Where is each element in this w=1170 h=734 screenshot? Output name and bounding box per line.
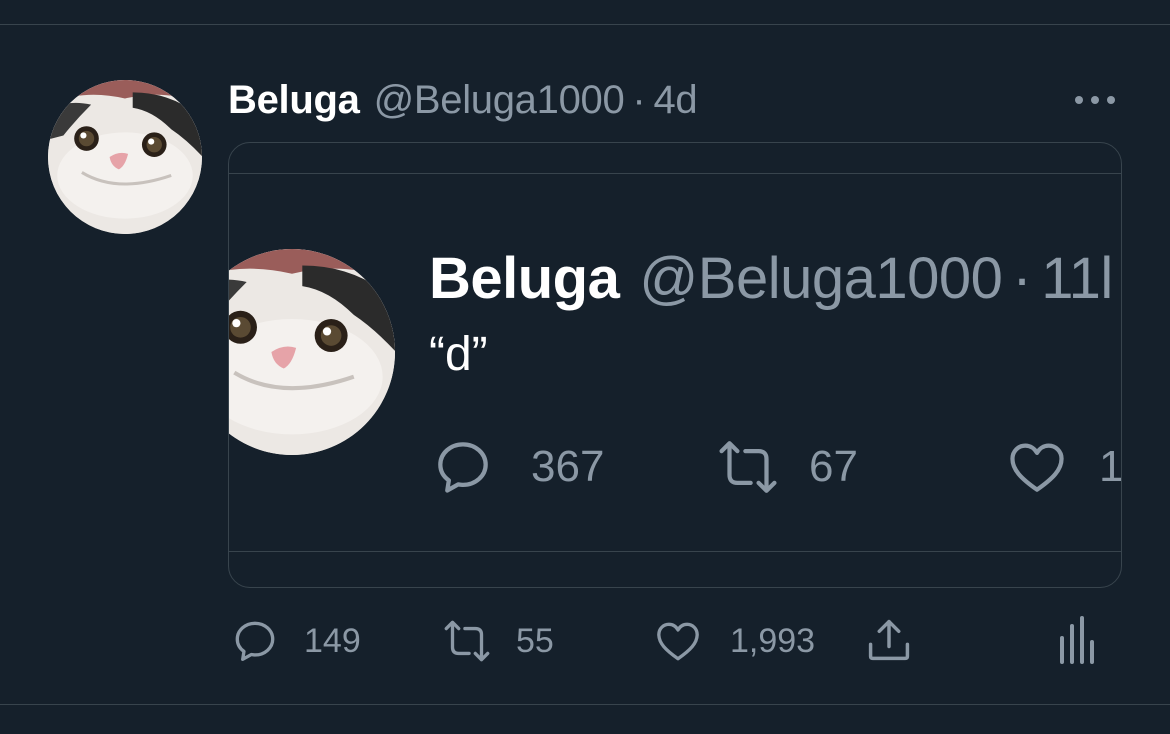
more-options-icon[interactable]: [1072, 90, 1118, 110]
quoted-like-button[interactable]: 1: [1003, 435, 1122, 499]
share-icon: [868, 619, 910, 661]
retweet-icon: [719, 441, 777, 493]
heart-icon: [657, 622, 699, 661]
quoted-tweet-card[interactable]: Beluga @Beluga1000 · 11l “d” 367 67 1: [228, 142, 1122, 588]
cat-avatar-icon: [229, 249, 395, 455]
bottom-divider: [0, 704, 1170, 705]
quoted-tweet-header: Beluga @Beluga1000 · 11l: [429, 243, 1113, 313]
analytics-button[interactable]: [1056, 614, 1096, 666]
analytics-icon: [1060, 616, 1094, 664]
author-avatar[interactable]: [48, 80, 202, 234]
tweet-timestamp[interactable]: 4d: [653, 78, 697, 123]
quote-inner-top-divider: [229, 173, 1121, 174]
share-button[interactable]: [862, 614, 916, 666]
tweet-header: Beluga @Beluga1000 · 4d: [228, 76, 698, 124]
quoted-author-name[interactable]: Beluga: [429, 245, 620, 312]
author-handle[interactable]: @Beluga1000: [374, 78, 625, 123]
quote-inner-bottom-divider: [229, 551, 1121, 552]
retweet-button[interactable]: 55: [438, 616, 554, 666]
retweet-icon: [444, 620, 490, 662]
heart-icon: [1010, 443, 1064, 492]
like-count: 1,993: [730, 621, 816, 660]
header-separator: ·: [632, 77, 646, 122]
reply-icon: [438, 442, 488, 493]
cat-avatar-icon: [48, 80, 202, 234]
author-name[interactable]: Beluga: [228, 78, 360, 123]
quoted-header-separator: ·: [1012, 245, 1032, 311]
quoted-retweet-button[interactable]: 67: [711, 435, 858, 499]
reply-icon: [235, 621, 275, 661]
quoted-like-count: 1: [1099, 442, 1122, 491]
like-button[interactable]: 1,993: [652, 616, 815, 666]
reply-count: 149: [304, 621, 361, 660]
retweet-count: 55: [516, 621, 554, 660]
quoted-tweet-timestamp[interactable]: 11l: [1041, 245, 1113, 312]
quoted-retweet-count: 67: [809, 442, 858, 491]
top-divider: [0, 24, 1170, 25]
quoted-author-avatar[interactable]: [229, 249, 395, 455]
reply-button[interactable]: 149: [230, 616, 361, 666]
quoted-author-handle[interactable]: @Beluga1000: [639, 245, 1003, 312]
quoted-tweet-text: “d”: [429, 328, 488, 381]
quoted-reply-button[interactable]: 367: [431, 435, 604, 499]
quoted-reply-count: 367: [531, 442, 605, 491]
